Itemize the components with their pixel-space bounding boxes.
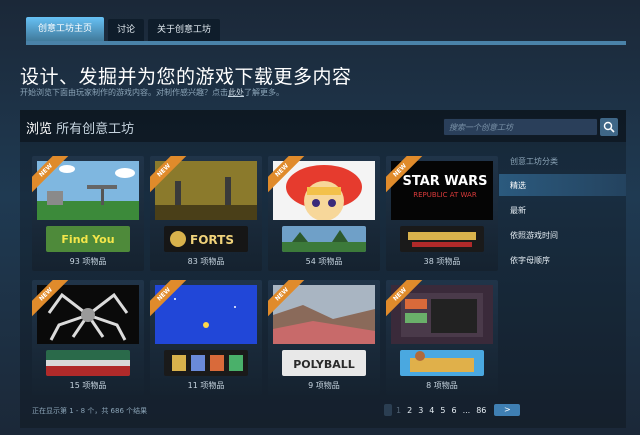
browse-panel-header: 浏览 所有创意工坊 搜索一个创意工坊 (20, 110, 626, 142)
new-badge: NEW (32, 280, 69, 317)
blue-logo (164, 350, 248, 376)
new-badge: NEW (32, 156, 69, 193)
workshop-search-input[interactable]: 搜索一个创意工坊 (443, 118, 598, 136)
new-badge: NEW (150, 156, 187, 193)
new-badge: NEW (386, 280, 423, 317)
category-playtime[interactable]: 依照游戏时间 (499, 224, 626, 246)
tab-about-workshop[interactable]: 关于创意工坊 (148, 19, 221, 41)
subtitle-text-pre: 开始浏览下面由玩家制作的游戏内容。对制作感兴趣？点击 (20, 88, 228, 97)
forts-logo: FORTS (164, 226, 248, 252)
new-badge: NEW (386, 156, 423, 193)
card-item-count: 54 项物品 (305, 257, 343, 266)
card-item-count: 11 项物品 (187, 381, 225, 390)
find-you-logo: Find You (46, 226, 130, 252)
card-item-count: 38 项物品 (423, 257, 461, 266)
workshop-card[interactable]: 15 项物品 NEW (32, 280, 144, 395)
tab-workshop-home[interactable]: 创意工坊主页 (26, 17, 105, 41)
workshop-card[interactable]: FORTS 83 项物品 NEW (150, 156, 262, 271)
spider-logo (46, 350, 130, 376)
card-item-count: 83 项物品 (187, 257, 225, 266)
workshop-card[interactable]: 54 项物品 NEW (268, 156, 380, 271)
party-logo (400, 350, 484, 376)
next-page-button[interactable]: > (494, 404, 521, 416)
page-86[interactable]: 86 (474, 406, 488, 415)
browse-panel: 浏览 所有创意工坊 搜索一个创意工坊 Find You 93 项物品 NEW F… (20, 110, 626, 428)
browse-title-main: 浏览 (26, 122, 53, 137)
tab-discussions[interactable]: 讨论 (108, 19, 145, 41)
prev-page-button[interactable] (384, 404, 392, 416)
workshop-card[interactable]: 8 项物品 NEW (386, 280, 498, 395)
subtitle-text-post: 了解更多。 (244, 88, 284, 97)
search-icon (603, 121, 615, 133)
card-item-count: 15 项物品 (69, 381, 107, 390)
category-newest[interactable]: 最新 (499, 199, 626, 221)
category-featured[interactable]: 精选 (499, 174, 626, 196)
forts-logo-text: FORTS (190, 233, 234, 247)
page-4[interactable]: 4 (427, 406, 436, 415)
search-button[interactable] (600, 118, 618, 136)
card-item-count: 8 项物品 (426, 381, 458, 390)
page-5[interactable]: 5 (438, 406, 447, 415)
card-item-count: 93 项物品 (69, 257, 107, 266)
workshop-tabs: 创意工坊主页 讨论 关于创意工坊 (26, 17, 221, 41)
pagination: 1 2 3 4 5 6 ... 86 > (384, 403, 521, 417)
page-ellipsis: ... (462, 405, 471, 415)
star-wars-logo (400, 226, 484, 252)
category-heading: 创意工坊分类 (510, 157, 558, 166)
anime-logo (282, 226, 366, 252)
find-you-logo-text: Find You (61, 233, 114, 246)
polyball-logo-text: POLYBALL (293, 358, 355, 371)
learn-more-link[interactable]: 此处 (228, 88, 244, 97)
page-2[interactable]: 2 (405, 406, 414, 415)
new-badge: NEW (268, 156, 305, 193)
page-subtitle: 开始浏览下面由玩家制作的游戏内容。对制作感兴趣？点击此处了解更多。 (20, 87, 284, 98)
browse-title: 浏览 所有创意工坊 (26, 118, 134, 137)
workshop-card[interactable]: POLYBALL 9 项物品 NEW (268, 280, 380, 395)
page-title: 设计、发掘并为您的游戏下载更多内容 (20, 66, 352, 88)
workshop-card[interactable]: STAR WARS REPUBLIC AT WAR 38 项物品 NEW (386, 156, 498, 271)
page-3[interactable]: 3 (416, 406, 425, 415)
category-alphabetical[interactable]: 依字母顺序 (499, 249, 626, 271)
card-item-count: 9 项物品 (308, 381, 340, 390)
results-status: 正在显示第 1 - 8 个，共 686 个结果 (32, 407, 148, 415)
tab-underline (26, 41, 626, 45)
workshop-card[interactable]: Find You 93 项物品 NEW (32, 156, 144, 271)
new-badge: NEW (150, 280, 187, 317)
polyball-logo: POLYBALL (282, 350, 366, 376)
page-1[interactable]: 1 (394, 406, 403, 415)
page-6[interactable]: 6 (449, 406, 458, 415)
workshop-card[interactable]: 11 项物品 NEW (150, 280, 262, 395)
browse-title-sub: 所有创意工坊 (56, 122, 135, 137)
new-badge: NEW (268, 280, 305, 317)
